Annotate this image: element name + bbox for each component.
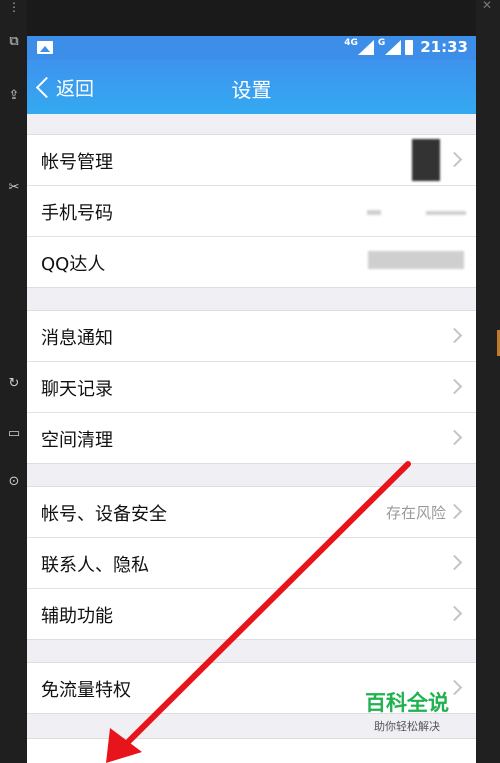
- battery-icon: [405, 39, 414, 55]
- redacted-value: [368, 251, 464, 269]
- chevron-right-icon: [446, 151, 463, 168]
- network-label: 4G: [344, 38, 358, 48]
- chevron-right-icon: [446, 327, 463, 344]
- window-icon[interactable]: ⧉: [4, 34, 24, 49]
- phone-screen: 4G G 21:33 返回 设置 帐号管理 手机号码 QQ达人 消息通知 聊天记…: [27, 36, 476, 763]
- watermark-logo: 百科全说 助你轻松解决: [352, 687, 462, 733]
- settings-row-account-management[interactable]: 帐号管理: [27, 135, 476, 186]
- chevron-right-icon: [446, 429, 463, 446]
- settings-row-phone-number[interactable]: 手机号码: [27, 186, 476, 237]
- chevron-right-icon: [446, 503, 463, 520]
- keyboard-icon[interactable]: ▭: [4, 426, 24, 441]
- risk-status: 存在风险: [385, 504, 446, 522]
- avatar: [412, 139, 440, 181]
- image-icon: [37, 41, 53, 54]
- chevron-right-icon: [446, 554, 463, 571]
- row-label: 帐号、设备安全: [41, 504, 167, 525]
- settings-row-account-security[interactable]: 帐号、设备安全 存在风险: [27, 487, 476, 538]
- settings-row-accessibility[interactable]: 辅助功能: [27, 589, 476, 639]
- settings-group-messages: 消息通知 聊天记录 空间清理: [27, 310, 476, 464]
- scissors-icon[interactable]: ✂: [4, 180, 24, 195]
- signal-icon-2: [385, 39, 402, 55]
- settings-group-security: 帐号、设备安全 存在风险 联系人、隐私 辅助功能: [27, 486, 476, 640]
- settings-row-notifications[interactable]: 消息通知: [27, 311, 476, 362]
- status-bar: 4G G 21:33: [27, 36, 476, 60]
- left-toolbar: ⋮ ⧉ ⇪ ✂ ↻ ▭ ⊙: [0, 0, 27, 763]
- close-icon[interactable]: ✕: [482, 0, 492, 12]
- row-label: 空间清理: [41, 430, 113, 451]
- row-label: 联系人、隐私: [41, 555, 149, 576]
- chevron-right-icon: [446, 605, 463, 622]
- location-icon[interactable]: ⊙: [4, 474, 24, 489]
- settings-group-account: 帐号管理 手机号码 QQ达人: [27, 134, 476, 288]
- row-label: 消息通知: [41, 328, 113, 349]
- row-label: 手机号码: [41, 203, 113, 224]
- watermark-main: 百科全说: [365, 691, 449, 715]
- status-time: 21:33: [420, 38, 468, 56]
- settings-row-partial[interactable]: [27, 738, 476, 763]
- settings-list: 帐号管理 手机号码 QQ达人 消息通知 聊天记录 空间清理 帐号、设备安全 存在…: [27, 134, 476, 763]
- refresh-icon[interactable]: ↻: [4, 376, 24, 391]
- share-icon[interactable]: ⇪: [4, 88, 24, 103]
- network-label-2: G: [377, 38, 386, 48]
- chevron-right-icon: [446, 378, 463, 395]
- settings-row-chat-history[interactable]: 聊天记录: [27, 362, 476, 413]
- row-label: 帐号管理: [41, 152, 113, 173]
- more-icon[interactable]: ⋮: [8, 0, 20, 14]
- redacted-value: [367, 210, 381, 215]
- row-label: 免流量特权: [41, 680, 131, 701]
- settings-row-contacts-privacy[interactable]: 联系人、隐私: [27, 538, 476, 589]
- right-rail: [476, 0, 500, 763]
- nav-bar: 返回 设置: [27, 60, 476, 114]
- row-label: 聊天记录: [41, 379, 113, 400]
- signal-icon: [357, 39, 374, 55]
- row-label: QQ达人: [41, 254, 106, 275]
- page-title: 设置: [231, 78, 272, 102]
- watermark-sub: 助你轻松解决: [374, 720, 440, 733]
- row-label: 辅助功能: [41, 606, 113, 627]
- redacted-value: [426, 211, 466, 215]
- settings-row-qq-master[interactable]: QQ达人: [27, 237, 476, 287]
- settings-row-storage-cleanup[interactable]: 空间清理: [27, 413, 476, 463]
